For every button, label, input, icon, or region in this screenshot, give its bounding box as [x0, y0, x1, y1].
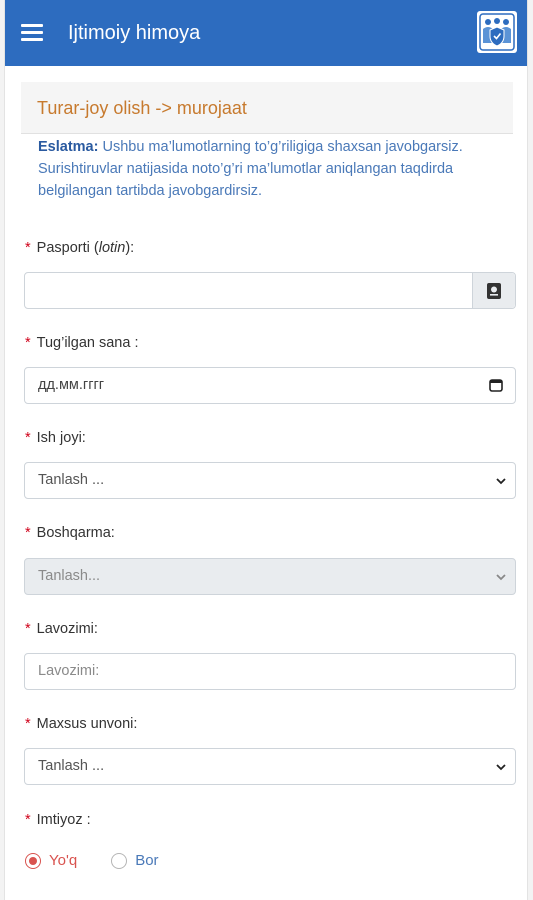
passport-icon	[487, 282, 501, 299]
notice-body: Ushbu ma’lumotlarning to’g’riligiga shax…	[38, 139, 463, 199]
app-logo-icon	[477, 11, 517, 53]
calendar-icon[interactable]	[489, 378, 503, 392]
privilege-option-no-label[interactable]: Yo'q	[49, 852, 77, 869]
department-label: * Boshqarma:	[25, 525, 115, 541]
panel-header: Turar-joy olish -> murojaat	[21, 82, 513, 134]
app-frame: Ijtimoiy himoya Turar-joy olish -> muroj…	[4, 0, 528, 900]
app-bar: Ijtimoiy himoya	[5, 0, 527, 66]
notice-text: Eslatma: Ushbu ma’lumotlarning to’g’rili…	[38, 136, 478, 202]
rank-select[interactable]: Tanlash ...	[24, 748, 516, 785]
privilege-radio-group: Yo'q Bor	[25, 852, 159, 869]
department-select: Tanlash...	[24, 558, 516, 595]
passport-label: * Pasporti (lotin):	[25, 240, 135, 256]
workplace-label: * Ish joyi:	[25, 430, 86, 446]
birthdate-input[interactable]: дд.мм.гггг	[24, 367, 516, 404]
hamburger-icon[interactable]	[21, 24, 43, 42]
position-label: * Lavozimi:	[25, 621, 98, 637]
passport-input[interactable]	[24, 272, 516, 309]
privilege-radio-no[interactable]	[25, 852, 41, 869]
privilege-label: * Imtiyoz :	[25, 812, 91, 828]
chevron-down-icon	[496, 764, 506, 771]
app-title: Ijtimoiy himoya	[68, 22, 201, 44]
passport-lookup-button[interactable]	[472, 273, 515, 308]
panel-title: Turar-joy olish -> murojaat	[37, 98, 247, 118]
chevron-down-icon	[496, 574, 506, 581]
privilege-option-yes-label[interactable]: Bor	[135, 852, 158, 869]
privilege-radio-yes[interactable]	[111, 852, 128, 869]
notice-label: Eslatma:	[38, 139, 99, 155]
rank-label: * Maxsus unvoni:	[25, 716, 138, 732]
chevron-down-icon	[496, 478, 506, 485]
workplace-select[interactable]: Tanlash ...	[24, 462, 516, 499]
position-input[interactable]: Lavozimi:	[24, 653, 516, 690]
birthdate-label: * Tug’ilgan sana :	[25, 335, 139, 351]
